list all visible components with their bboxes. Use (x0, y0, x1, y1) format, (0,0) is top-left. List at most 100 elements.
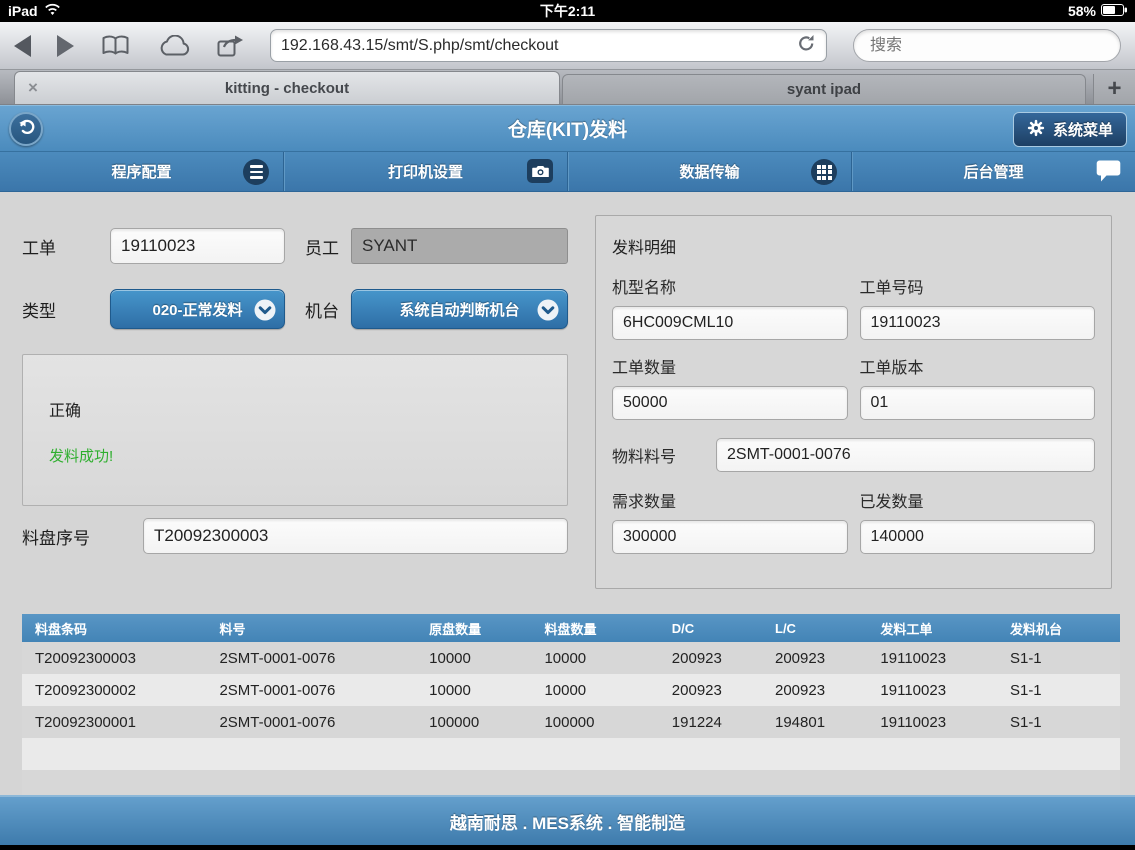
browser-forward-icon[interactable] (57, 35, 74, 57)
required-qty-label: 需求数量 (612, 488, 848, 512)
cell: 200923 (659, 674, 762, 706)
issued-qty-label: 已发数量 (860, 488, 1096, 512)
tray-serial-input[interactable] (143, 518, 568, 554)
machine-label: 机台 (305, 297, 351, 322)
col-header: 发料机台 (997, 614, 1120, 642)
bookmarks-icon[interactable] (100, 35, 131, 57)
detail-panel-title: 发料明细 (612, 234, 1095, 258)
ipad-status-bar: iPad 下午2:11 58% (0, 0, 1135, 22)
cell: 200923 (762, 674, 867, 706)
cell: 194801 (762, 706, 867, 738)
model-name-label: 机型名称 (612, 274, 848, 298)
part-number-input[interactable] (716, 438, 1095, 472)
address-bar[interactable]: 192.168.43.15/smt/S.php/smt/checkout (270, 29, 827, 62)
cell: 2SMT-0001-0076 (206, 706, 416, 738)
hamburger-menu-icon (243, 159, 269, 185)
cell: 200923 (762, 642, 867, 674)
url-text: 192.168.43.15/smt/S.php/smt/checkout (281, 37, 797, 55)
gear-icon (1027, 119, 1045, 141)
status-message: 发料成功! (49, 445, 567, 466)
issue-detail-panel: 发料明细 机型名称 工单号码 工单数量 工单版本 物料料号 需求数量 已发数量 (595, 215, 1112, 589)
browser-toolbar: 192.168.43.15/smt/S.php/smt/checkout (0, 22, 1135, 70)
cell: 19110023 (867, 706, 997, 738)
reload-icon[interactable] (797, 34, 816, 58)
status-title: 正确 (49, 397, 567, 421)
nav-label: 打印机设置 (388, 161, 463, 182)
table-row[interactable]: T20092300002 2SMT-0001-0076 10000 10000 … (22, 674, 1120, 706)
cell: 10000 (531, 642, 658, 674)
cell: T20092300002 (22, 674, 206, 706)
issue-type-select[interactable]: 020-正常发料 (110, 289, 285, 329)
nav-item-data-transfer[interactable]: 数据传输 (568, 152, 852, 191)
nav-label: 数据传输 (679, 161, 739, 182)
cell: 100000 (416, 706, 531, 738)
icloud-tabs-icon[interactable] (157, 35, 191, 57)
col-header: 原盘数量 (416, 614, 531, 642)
battery-icon (1101, 3, 1127, 19)
model-name-input[interactable] (612, 306, 848, 340)
page-title: 仓库(KIT)发料 (508, 115, 627, 142)
cell: S1-1 (997, 706, 1120, 738)
tab-syant-ipad[interactable]: syant ipad (562, 74, 1086, 104)
table-row[interactable]: T20092300003 2SMT-0001-0076 10000 10000 … (22, 642, 1120, 674)
order-qty-label: 工单数量 (612, 354, 848, 378)
nav-item-backend-admin[interactable]: 后台管理 (852, 152, 1135, 191)
employee-field: SYANT (351, 228, 568, 264)
cell: T20092300001 (22, 706, 206, 738)
work-order-label: 工单 (22, 234, 110, 259)
footer-text: 越南耐思 . MES系统 . 智能制造 (450, 809, 685, 834)
nav-item-program-config[interactable]: 程序配置 (0, 152, 284, 191)
undo-arrow-icon (17, 118, 35, 140)
cell: T20092300003 (22, 642, 206, 674)
cell: 100000 (531, 706, 658, 738)
chat-bubble-icon (1096, 159, 1121, 187)
col-header: D/C (659, 614, 762, 642)
col-header: 料盘条码 (22, 614, 206, 642)
share-icon[interactable] (217, 34, 244, 57)
app-back-button[interactable] (9, 112, 43, 146)
cell: 19110023 (867, 674, 997, 706)
cell: 200923 (659, 642, 762, 674)
app-footer: 越南耐思 . MES系统 . 智能制造 (0, 795, 1135, 845)
cell: 19110023 (867, 642, 997, 674)
nav-label: 程序配置 (111, 161, 171, 182)
employee-label: 员工 (305, 234, 351, 259)
table-header-row: 料盘条码 料号 原盘数量 料盘数量 D/C L/C 发料工单 发料机台 (22, 614, 1120, 642)
camera-icon (527, 159, 553, 183)
result-status-box: 正确 发料成功! (22, 354, 568, 506)
nav-item-printer-settings[interactable]: 打印机设置 (284, 152, 568, 191)
table-row[interactable]: T20092300001 2SMT-0001-0076 100000 10000… (22, 706, 1120, 738)
order-number-input[interactable] (860, 306, 1096, 340)
issued-qty-input[interactable] (860, 520, 1096, 554)
system-menu-label: 系统菜单 (1053, 119, 1113, 140)
order-version-input[interactable] (860, 386, 1096, 420)
cell: 2SMT-0001-0076 (206, 642, 416, 674)
col-header: 料盘数量 (531, 614, 658, 642)
cell: 10000 (531, 674, 658, 706)
browser-back-icon[interactable] (14, 35, 31, 57)
cell: 10000 (416, 642, 531, 674)
search-input[interactable] (853, 29, 1121, 62)
main-content: 工单 员工 SYANT 类型 020-正常发料 机台 系统自动判断机台 (0, 192, 1135, 795)
app-header: 仓库(KIT)发料 系统菜单 (0, 105, 1135, 152)
new-tab-button[interactable]: + (1093, 74, 1135, 104)
close-tab-icon[interactable]: × (28, 78, 38, 98)
chevron-down-icon (537, 299, 559, 325)
screen-bottom-edge (0, 845, 1135, 850)
part-number-label: 物料料号 (612, 443, 716, 467)
col-header: L/C (762, 614, 867, 642)
cell: S1-1 (997, 674, 1120, 706)
tab-kitting-checkout[interactable]: × kitting - checkout (14, 71, 560, 104)
required-qty-input[interactable] (612, 520, 848, 554)
machine-select[interactable]: 系统自动判断机台 (351, 289, 568, 329)
col-header: 发料工单 (867, 614, 997, 642)
nav-label: 后台管理 (963, 161, 1023, 182)
work-order-input[interactable] (110, 228, 285, 264)
order-qty-input[interactable] (612, 386, 848, 420)
tab-bar: × kitting - checkout syant ipad + (0, 70, 1135, 105)
cell: 10000 (416, 674, 531, 706)
system-menu-button[interactable]: 系统菜单 (1013, 112, 1127, 147)
battery-percent: 58% (1068, 3, 1096, 19)
order-version-label: 工单版本 (860, 354, 1096, 378)
issue-type-value: 020-正常发料 (152, 299, 242, 320)
